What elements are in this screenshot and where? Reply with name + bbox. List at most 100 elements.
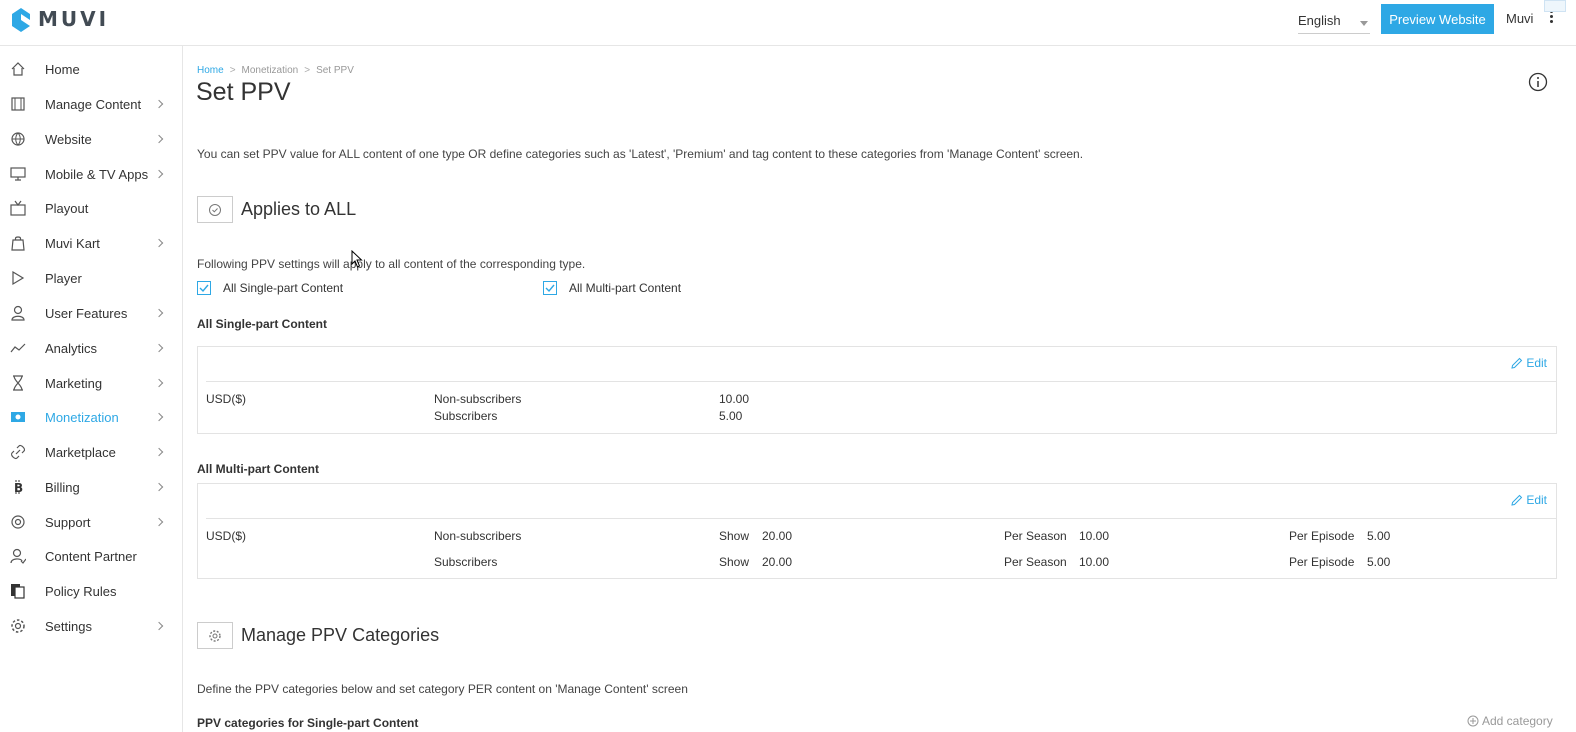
sidebar: Home Manage Content Website Mobile & TV …	[0, 46, 183, 732]
sidebar-item-label: Mobile & TV Apps	[45, 166, 149, 182]
chevron-right-icon	[154, 378, 164, 388]
sidebar-item-marketplace[interactable]: Marketplace	[0, 435, 182, 469]
sidebar-item-policy-rules[interactable]: Policy Rules	[0, 574, 182, 608]
sidebar-item-website[interactable]: Website	[0, 122, 182, 156]
sidebar-item-label: Monetization	[45, 409, 119, 425]
sidebar-item-player[interactable]: Player	[0, 261, 182, 295]
checkbox-label: All Single-part Content	[223, 281, 344, 295]
sidebar-item-playout[interactable]: Playout	[0, 191, 182, 225]
season-label: Per Season	[1004, 555, 1067, 569]
categories-settings-button[interactable]	[197, 622, 233, 649]
gear-icon	[11, 619, 25, 633]
checkbox-checked-icon[interactable]	[543, 281, 557, 295]
sidebar-item-label: Analytics	[45, 340, 98, 356]
muvi-logo[interactable]: MUVI	[10, 6, 109, 32]
user-icon	[11, 305, 25, 321]
tv-icon	[10, 200, 26, 216]
sidebar-item-settings[interactable]: Settings	[0, 609, 182, 643]
chevron-right-icon	[154, 343, 164, 353]
season-value: 10.00	[1079, 529, 1110, 543]
episode-label: Per Episode	[1289, 529, 1355, 543]
lifebuoy-icon	[11, 515, 25, 529]
panel-divider	[206, 381, 1556, 382]
sidebar-item-content-partner[interactable]: Content Partner	[0, 539, 182, 573]
sidebar-item-label: Support	[45, 514, 91, 530]
chevron-right-icon	[154, 482, 164, 492]
multi-row-label: Subscribers	[434, 555, 498, 569]
single-part-edit-link[interactable]: Edit	[1511, 356, 1547, 370]
breadcrumb-monetization[interactable]: Monetization	[242, 65, 299, 76]
sidebar-item-label: Home	[45, 61, 80, 77]
show-label: Show	[719, 555, 750, 569]
sidebar-item-marketing[interactable]: Marketing	[0, 366, 182, 400]
sidebar-item-user-features[interactable]: User Features	[0, 296, 182, 330]
breadcrumb: Home > Monetization > Set PPV	[197, 65, 354, 76]
breadcrumb-home-link[interactable]: Home	[197, 65, 224, 76]
season-label: Per Season	[1004, 529, 1067, 543]
single-part-panel: Edit USD($) Non-subscribers 10.00 Subscr…	[197, 346, 1557, 434]
multi-currency: USD($)	[206, 529, 247, 543]
trend-line-icon	[10, 343, 26, 353]
multi-part-checkbox[interactable]: All Multi-part Content	[543, 281, 681, 295]
checkbox-checked-icon[interactable]	[197, 281, 211, 295]
multi-part-edit-link[interactable]: Edit	[1511, 493, 1547, 507]
single-currency: USD($)	[206, 392, 247, 406]
multi-part-panel: Edit USD($) Non-subscribers Show 20.00 P…	[197, 483, 1557, 579]
single-part-heading: All Single-part Content	[197, 317, 327, 331]
shopping-bag-icon	[11, 236, 25, 251]
applies-all-header: Applies to ALL	[197, 196, 356, 223]
info-icon[interactable]	[1528, 72, 1548, 92]
sidebar-item-label: Policy Rules	[45, 583, 117, 599]
sidebar-item-muvi-kart[interactable]: Muvi Kart	[0, 226, 182, 260]
chevron-right-icon	[154, 412, 164, 422]
checkbox-label: All Multi-part Content	[569, 281, 682, 295]
chevron-right-icon	[154, 169, 164, 179]
episode-value: 5.00	[1367, 529, 1391, 543]
sidebar-item-label: Settings	[45, 618, 92, 634]
multi-part-heading: All Multi-part Content	[197, 462, 319, 476]
globe-icon	[11, 132, 25, 146]
applies-all-toggle-button[interactable]	[197, 196, 233, 223]
chevron-right-icon	[154, 238, 164, 248]
sidebar-item-mobile-tv-apps[interactable]: Mobile & TV Apps	[0, 157, 182, 191]
single-part-checkbox[interactable]: All Single-part Content	[197, 281, 343, 295]
sidebar-item-billing[interactable]: B Billing	[0, 470, 182, 504]
preview-website-button[interactable]: Preview Website	[1381, 4, 1494, 34]
sidebar-item-label: Billing	[45, 479, 80, 495]
pencil-icon	[1511, 494, 1523, 506]
sidebar-item-support[interactable]: Support	[0, 505, 182, 539]
home-icon	[11, 62, 25, 76]
add-category-link[interactable]: Add category	[1467, 714, 1553, 728]
sidebar-item-label: Playout	[45, 200, 89, 216]
sidebar-item-monetization[interactable]: Monetization	[0, 400, 182, 434]
chevron-right-icon	[154, 99, 164, 109]
user-menu-name[interactable]: Muvi	[1506, 11, 1533, 26]
sidebar-item-home[interactable]: Home	[0, 52, 182, 86]
single-row-label: Non-subscribers	[434, 392, 522, 406]
categories-header: Manage PPV Categories	[197, 622, 439, 649]
sidebar-item-label: Player	[45, 270, 82, 286]
chevron-right-icon	[154, 447, 164, 457]
bitcoin-icon: B	[14, 480, 23, 495]
episode-label: Per Episode	[1289, 555, 1355, 569]
sidebar-item-analytics[interactable]: Analytics	[0, 331, 182, 365]
chevron-right-icon	[154, 517, 164, 527]
link-icon	[10, 444, 26, 460]
chevron-right-icon	[154, 621, 164, 631]
page-title: Set PPV	[196, 78, 291, 106]
main-content: Home > Monetization > Set PPV Set PPV You ca…	[183, 46, 1576, 732]
language-value: English	[1298, 13, 1341, 28]
partner-icon	[10, 548, 26, 564]
gear-icon	[209, 629, 221, 642]
kebab-menu-icon[interactable]	[1548, 10, 1556, 26]
intro-text: You can set PPV value for ALL content of…	[197, 147, 1084, 161]
breadcrumb-current: Set PPV	[316, 65, 354, 76]
mouse-cursor-icon	[351, 250, 363, 268]
episode-value: 5.00	[1367, 555, 1391, 569]
categories-note: Define the PPV categories below and set …	[197, 682, 688, 696]
check-circle-icon	[209, 203, 221, 216]
play-icon	[12, 270, 25, 286]
language-select[interactable]: English	[1298, 10, 1370, 34]
sidebar-item-manage-content[interactable]: Manage Content	[0, 87, 182, 121]
sidebar-item-label: Marketing	[45, 375, 103, 391]
